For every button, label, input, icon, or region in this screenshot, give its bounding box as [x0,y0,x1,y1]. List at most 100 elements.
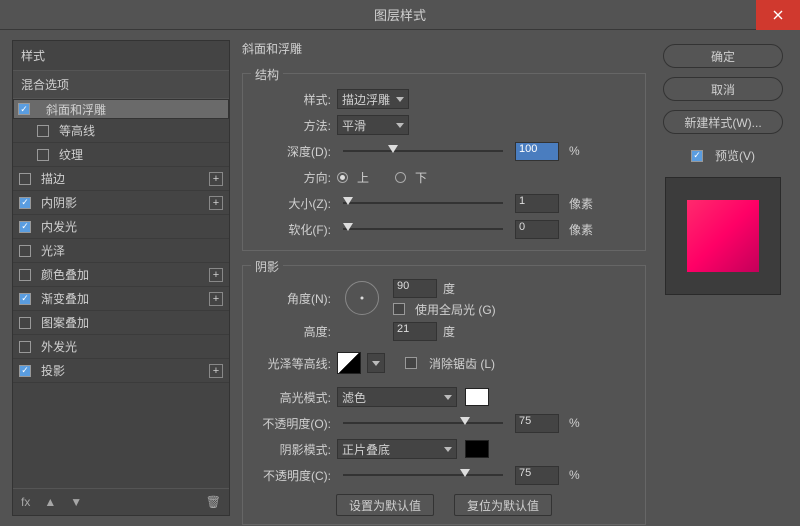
style-label: 描边 [41,170,205,187]
style-checkbox[interactable] [19,365,31,377]
style-checkbox[interactable] [19,341,31,353]
styles-footer: fx ▲ ▼ 🗑 [13,488,229,515]
style-checkbox[interactable] [19,245,31,257]
shadow-opacity-slider[interactable] [343,467,503,483]
depth-slider[interactable] [343,143,503,159]
plus-icon[interactable]: + [209,172,223,186]
ok-button[interactable]: 确定 [663,44,783,68]
style-item-5[interactable]: 内发光 [13,215,229,239]
preview-label: 预览(V) [715,147,755,164]
angle-dial[interactable] [345,281,379,315]
altitude-unit: 度 [443,323,455,340]
arrow-down-icon[interactable]: ▼ [70,495,82,509]
plus-icon[interactable]: + [209,268,223,282]
fx-icon[interactable]: fx [21,495,30,509]
preview-swatch [687,200,759,272]
style-label: 光泽 [41,242,223,259]
shadow-color-swatch[interactable] [465,440,489,458]
style-checkbox[interactable] [19,269,31,281]
highlight-color-swatch[interactable] [465,388,489,406]
blend-options-header[interactable]: 混合选项 [13,71,229,99]
style-checkbox[interactable] [19,317,31,329]
soften-input[interactable]: 0 [515,220,559,239]
style-item-2[interactable]: 纹理 [13,143,229,167]
chevron-down-icon [444,447,452,452]
style-checkbox[interactable] [37,149,49,161]
angle-input[interactable]: 90 [393,279,437,298]
direction-up-radio[interactable] [337,172,348,183]
style-item-6[interactable]: 光泽 [13,239,229,263]
technique-select[interactable]: 平滑 [337,115,409,135]
make-default-button[interactable]: 设置为默认值 [336,494,434,516]
shadow-opacity-unit: % [569,468,595,482]
style-item-4[interactable]: 内阴影+ [13,191,229,215]
highlight-opacity-input[interactable]: 75 [515,414,559,433]
plus-icon[interactable]: + [209,196,223,210]
titlebar: 图层样式 [0,0,800,30]
styles-panel: 样式 混合选项 斜面和浮雕等高线纹理描边+内阴影+内发光光泽颜色叠加+渐变叠加+… [12,40,230,516]
contour-picker[interactable] [337,352,361,374]
size-input[interactable]: 1 [515,194,559,213]
style-item-10[interactable]: 外发光 [13,335,229,359]
new-style-button[interactable]: 新建样式(W)... [663,110,783,134]
shading-legend: 阴影 [251,258,283,275]
size-label: 大小(Z): [253,195,331,212]
contour-select[interactable] [367,353,385,373]
size-unit: 像素 [569,195,595,212]
style-label: 样式: [253,91,331,108]
arrow-up-icon[interactable]: ▲ [44,495,56,509]
actions-panel: 确定 取消 新建样式(W)... 预览(V) [658,40,788,516]
style-checkbox[interactable] [37,125,49,137]
highlight-mode-label: 高光模式: [253,389,331,406]
style-checkbox[interactable] [19,221,31,233]
shadow-opacity-label: 不透明度(C): [253,467,331,484]
direction-down-radio[interactable] [395,172,406,183]
style-item-0[interactable]: 斜面和浮雕 [13,99,229,119]
style-item-3[interactable]: 描边 + [13,167,229,191]
chevron-down-icon [372,361,380,366]
settings-panel: 斜面和浮雕 结构 样式: 描边浮雕 方法: 平滑 深度(D): 100 % 方向… [242,40,646,516]
size-slider[interactable] [343,195,503,211]
cancel-button[interactable]: 取消 [663,77,783,101]
contour-label: 光泽等高线: [253,355,331,372]
style-checkbox[interactable] [19,173,31,185]
antialias-checkbox[interactable] [405,357,417,369]
style-label: 渐变叠加 [41,290,205,307]
shadow-mode-select[interactable]: 正片叠底 [337,439,457,459]
style-item-7[interactable]: 颜色叠加 + [13,263,229,287]
window-title: 图层样式 [374,5,426,24]
soften-slider[interactable] [343,221,503,237]
style-item-11[interactable]: 投影+ [13,359,229,383]
highlight-mode-select[interactable]: 滤色 [337,387,457,407]
style-label: 颜色叠加 [41,266,205,283]
global-light-checkbox[interactable] [393,303,405,315]
styles-header: 样式 [13,41,229,71]
altitude-label: 高度: [253,323,331,340]
style-checkbox[interactable] [18,103,30,115]
preview-checkbox[interactable] [691,150,703,162]
depth-input[interactable]: 100 [515,142,559,161]
angle-label: 角度(N): [253,290,331,307]
soften-unit: 像素 [569,221,595,238]
chevron-down-icon [396,97,404,102]
plus-icon[interactable]: + [209,292,223,306]
altitude-input[interactable]: 21 [393,322,437,341]
close-button[interactable] [756,0,800,30]
chevron-down-icon [444,395,452,400]
depth-unit: % [569,144,595,158]
trash-icon[interactable]: 🗑 [206,495,221,509]
style-item-8[interactable]: 渐变叠加 + [13,287,229,311]
reset-default-button[interactable]: 复位为默认值 [454,494,552,516]
style-select[interactable]: 描边浮雕 [337,89,409,109]
shadow-opacity-input[interactable]: 75 [515,466,559,485]
direction-label: 方向: [253,169,331,186]
style-checkbox[interactable] [19,197,31,209]
plus-icon[interactable]: + [209,364,223,378]
style-checkbox[interactable] [19,293,31,305]
technique-label: 方法: [253,117,331,134]
highlight-opacity-slider[interactable] [343,415,503,431]
preview-box [665,177,781,295]
style-label: 等高线 [59,122,223,139]
style-item-1[interactable]: 等高线 [13,119,229,143]
style-item-9[interactable]: 图案叠加 [13,311,229,335]
